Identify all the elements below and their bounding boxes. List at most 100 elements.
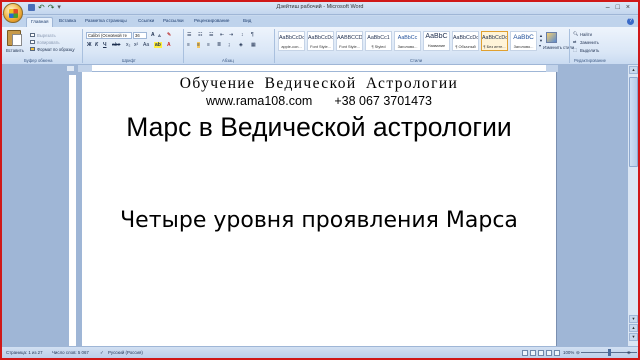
paste-button[interactable]: Вставить: [6, 48, 24, 53]
scroll-up-arrow-icon[interactable]: ▲: [629, 66, 638, 74]
borders-icon[interactable]: ▦: [251, 42, 256, 48]
decrease-indent-icon[interactable]: ⇤: [220, 32, 224, 38]
full-screen-reading-icon[interactable]: [530, 350, 536, 356]
subscript-icon[interactable]: x₂: [126, 42, 130, 48]
style-heading-1[interactable]: AaBbCc Заголово...: [394, 31, 421, 51]
font-size-select[interactable]: 36: [133, 32, 147, 39]
align-right-icon[interactable]: ≡: [207, 42, 210, 48]
previous-page-icon[interactable]: ▲: [629, 324, 638, 332]
spellcheck-icon[interactable]: ✓: [100, 350, 104, 356]
help-icon[interactable]: ?: [627, 18, 634, 25]
document-page[interactable]: Обучение Ведической Астрологии www.rama1…: [82, 72, 556, 346]
shading-icon[interactable]: ◈: [239, 42, 243, 48]
style-font-style-1[interactable]: AaBbCcDc Font Style...: [307, 31, 334, 51]
style-no-spacing[interactable]: AaBbCcDc ¶ Без инте...: [481, 31, 508, 51]
sort-icon[interactable]: ↕: [241, 32, 244, 38]
style-heading-2[interactable]: AaBbC Заголово...: [510, 31, 537, 51]
tab-mailings[interactable]: Рассылки: [163, 18, 184, 23]
zoom-in-icon[interactable]: ⊕: [627, 350, 631, 356]
select-icon[interactable]: ⬚: [573, 47, 577, 52]
style-sample: AaBbC: [513, 34, 534, 41]
align-left-icon[interactable]: ≡: [187, 42, 190, 48]
justify-icon[interactable]: ≣: [217, 42, 221, 48]
style-name: Заголово...: [513, 44, 534, 49]
highlight-icon[interactable]: ab: [154, 42, 162, 48]
style-apple-converted[interactable]: AaBbCcDc apple-con...: [278, 31, 305, 51]
superscript-icon[interactable]: x²: [134, 42, 138, 48]
shrink-font-icon[interactable]: A: [158, 33, 161, 38]
ribbon-tabs: Главная Вставка Разметка страницы Ссылки…: [2, 16, 638, 27]
style-normal[interactable]: AaBbCcDc ¶ Обычный: [452, 31, 479, 51]
copy-button[interactable]: Копировать: [37, 40, 60, 45]
horizontal-ruler[interactable]: [78, 65, 558, 72]
italic-icon[interactable]: К: [95, 42, 98, 48]
window-title: Дзейтиш рабочий - Microsoft Word: [276, 4, 364, 10]
outline-icon[interactable]: [546, 350, 552, 356]
cut-icon[interactable]: [30, 33, 35, 37]
tab-selector[interactable]: [66, 65, 75, 72]
scroll-down-arrow-icon[interactable]: ▼: [629, 315, 638, 323]
increase-indent-icon[interactable]: ⇥: [229, 32, 233, 38]
replace-icon[interactable]: ⇄: [573, 39, 577, 44]
vertical-ruler[interactable]: [69, 75, 76, 346]
format-painter-icon[interactable]: [30, 47, 35, 51]
underline-icon[interactable]: Ч: [103, 42, 107, 48]
align-center-icon[interactable]: ≡: [197, 42, 200, 48]
bold-icon[interactable]: Ж: [87, 42, 92, 48]
find-button[interactable]: Найти: [580, 32, 592, 37]
cut-button[interactable]: Вырезать: [37, 33, 56, 38]
multilevel-list-icon[interactable]: ☱: [209, 32, 213, 38]
close-button[interactable]: ×: [626, 4, 630, 12]
group-divider: [274, 29, 275, 63]
zoom-out-icon[interactable]: ⊖: [576, 350, 580, 356]
change-case-icon[interactable]: Aa: [143, 42, 149, 48]
tab-view[interactable]: Вид: [243, 18, 251, 23]
style-name: ¶ Без инте...: [483, 44, 506, 49]
copy-icon[interactable]: [30, 40, 35, 44]
grow-font-icon[interactable]: A: [151, 32, 155, 38]
next-page-icon[interactable]: ▼: [629, 333, 638, 341]
style-styled[interactable]: AaBbCc1 ¶ Styled: [365, 31, 392, 51]
numbering-icon[interactable]: ☷: [198, 32, 202, 38]
web-layout-icon[interactable]: [538, 350, 544, 356]
print-layout-icon[interactable]: [522, 350, 528, 356]
find-icon[interactable]: 🔍︎: [573, 31, 578, 37]
header-contact: www.rama108.com +38 067 3701473: [82, 94, 556, 108]
tab-review[interactable]: Рецензирование: [194, 18, 229, 23]
line-spacing-icon[interactable]: ↨: [228, 42, 231, 48]
style-name: Заголово...: [397, 44, 418, 49]
font-color-icon[interactable]: A: [167, 42, 171, 48]
format-painter-button[interactable]: Формат по образцу: [37, 47, 75, 52]
styles-group-label: Стили: [410, 58, 423, 63]
bullets-icon[interactable]: ☰: [187, 32, 191, 38]
vertical-scrollbar[interactable]: ▲ ▼ ▲ ▼: [627, 65, 638, 346]
language-indicator[interactable]: Русский (Россия): [108, 350, 143, 355]
maximize-button[interactable]: □: [616, 4, 620, 12]
change-styles-icon[interactable]: [546, 32, 557, 43]
tab-insert[interactable]: Вставка: [59, 18, 76, 23]
group-divider: [82, 29, 83, 63]
window-controls: – □ ×: [606, 4, 630, 12]
style-font-style-2[interactable]: AABBCCDI Font Style...: [336, 31, 363, 51]
draft-icon[interactable]: [554, 350, 560, 356]
tab-page-layout[interactable]: Разметка страницы: [85, 18, 127, 23]
paste-icon[interactable]: [7, 30, 22, 46]
zoom-level[interactable]: 100%: [563, 350, 574, 355]
style-title[interactable]: AaBbC Название: [423, 31, 450, 51]
replace-button[interactable]: Заменить: [580, 40, 599, 45]
office-button[interactable]: [3, 3, 23, 23]
page-count[interactable]: Страница: 1 из 27: [6, 350, 43, 355]
minimize-button[interactable]: –: [606, 4, 610, 12]
scrollbar-thumb[interactable]: [629, 77, 638, 167]
clear-format-icon[interactable]: ✎: [167, 32, 171, 38]
tab-home[interactable]: Главная: [26, 17, 54, 27]
show-marks-icon[interactable]: ¶: [251, 32, 254, 38]
word-count[interactable]: Число слов: 5 067: [52, 350, 89, 355]
strikethrough-icon[interactable]: abe: [112, 42, 120, 48]
style-sample: AaBbCc: [397, 35, 418, 41]
ruler-left-margin: [78, 65, 92, 72]
zoom-slider-knob[interactable]: [608, 349, 611, 356]
tab-references[interactable]: Ссылки: [138, 18, 154, 23]
select-button[interactable]: Выделить: [580, 48, 599, 53]
font-name-select[interactable]: Calibri (Основной те: [86, 32, 132, 39]
